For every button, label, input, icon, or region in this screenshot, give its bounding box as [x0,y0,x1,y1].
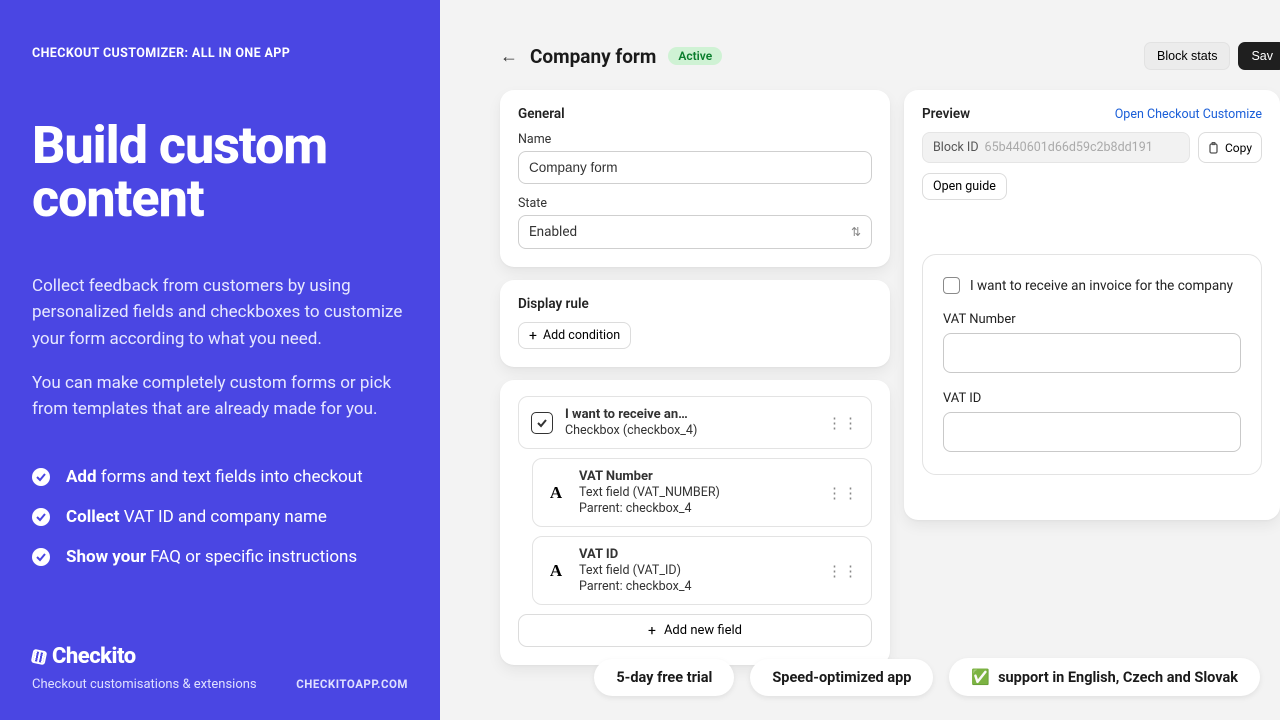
domain-link[interactable]: CHECKITOAPP.COM [296,677,408,692]
eyebrow: CHECKOUT CUSTOMIZER: ALL IN ONE APP [32,46,408,61]
text-field-icon: A [545,482,567,504]
bullet-item: Show your FAQ or specific instructions [32,547,408,567]
block-id-display: Block ID 65b440601d66d59c2b8dd191 [922,132,1190,163]
card-heading: General [518,106,872,122]
general-card: General Name State Enabled ⇅ [500,90,890,267]
form-preview: I want to receive an invoice for the com… [922,254,1262,475]
topbar: ← Company form Active Block stats Sav [500,42,1280,70]
page-title: Company form [530,45,656,68]
logo: Checkito [32,644,408,669]
save-button[interactable]: Sav [1238,42,1280,70]
display-rule-card: Display rule + Add condition [500,280,890,367]
drag-handle-icon[interactable]: ⋮⋮ [827,484,859,502]
fields-card: I want to receive an… Checkbox (checkbox… [500,380,890,665]
tagline: Checkout customisations & extensions [32,677,257,692]
drag-handle-icon[interactable]: ⋮⋮ [827,562,859,580]
plus-icon: + [529,329,537,343]
pitch-paragraph: Collect feedback from customers by using… [32,273,408,352]
status-badge: Active [668,47,722,65]
copy-button[interactable]: Copy [1198,132,1262,163]
pill-support: ✅ support in English, Czech and Slovak [949,658,1260,696]
logo-mark-icon [31,648,48,665]
feature-pills: 5-day free trial Speed-optimized app ✅ s… [594,658,1280,696]
text-field-icon: A [545,560,567,582]
check-icon [32,468,50,486]
bullet-item: Add forms and text fields into checkout [32,467,408,487]
app-main: ← Company form Active Block stats Sav Ge… [440,0,1280,720]
brand-footer: Checkito Checkout customisations & exten… [32,644,408,692]
preview-vat-number-input[interactable] [943,333,1241,373]
check-emoji-icon: ✅ [971,668,990,686]
card-heading: Display rule [518,296,872,312]
field-item-text[interactable]: A VAT Number Text field (VAT_NUMBER) Par… [532,458,872,527]
check-icon [32,548,50,566]
field-label: State [518,196,872,211]
open-customizer-link[interactable]: Open Checkout Customize [1115,107,1262,122]
preview-vat-id-input[interactable] [943,412,1241,452]
drag-handle-icon[interactable]: ⋮⋮ [827,414,859,432]
checkbox-icon [531,412,553,434]
check-icon [32,508,50,526]
headline: Build custom content [32,119,408,225]
marketing-sidebar: CHECKOUT CUSTOMIZER: ALL IN ONE APP Buil… [0,0,440,720]
block-stats-button[interactable]: Block stats [1144,42,1230,70]
bullet-list: Add forms and text fields into checkout … [32,467,408,587]
open-guide-button[interactable]: Open guide [922,173,1007,200]
name-input[interactable] [518,151,872,184]
pitch-paragraph: You can make completely custom forms or … [32,370,408,423]
clipboard-icon [1208,142,1220,154]
back-arrow-icon[interactable]: ← [500,46,518,67]
add-field-button[interactable]: + Add new field [518,614,872,647]
state-select[interactable]: Enabled ⇅ [518,215,872,249]
pill-speed: Speed-optimized app [750,659,933,696]
preview-field-label: VAT ID [943,391,1241,406]
plus-icon: + [648,624,656,638]
card-heading: Preview [922,106,970,122]
preview-card: Preview Open Checkout Customize Block ID… [904,90,1280,520]
field-item-checkbox[interactable]: I want to receive an… Checkbox (checkbox… [518,396,872,449]
chevron-updown-icon: ⇅ [851,226,861,238]
field-label: Name [518,132,872,147]
checkbox-icon[interactable] [943,277,960,294]
add-condition-button[interactable]: + Add condition [518,322,631,349]
preview-checkbox-row[interactable]: I want to receive an invoice for the com… [943,277,1241,294]
preview-field-label: VAT Number [943,312,1241,327]
field-item-text[interactable]: A VAT ID Text field (VAT_ID) Parrent: ch… [532,536,872,605]
bullet-item: Collect VAT ID and company name [32,507,408,527]
pill-trial: 5-day free trial [594,659,734,696]
